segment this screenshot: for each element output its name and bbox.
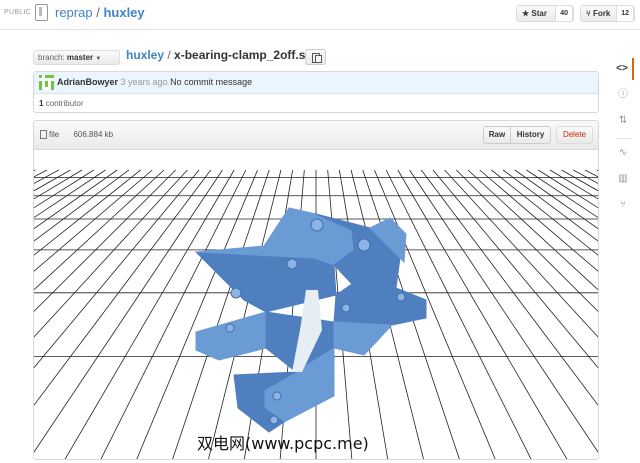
- repo-header: PUBLIC reprap / huxley ★ Star 40 ⑂ Fork …: [0, 0, 640, 30]
- branch-value: master: [66, 53, 94, 62]
- grid-line: [100, 169, 247, 459]
- grid-line: [502, 169, 598, 242]
- stl-viewer[interactable]: [34, 150, 598, 460]
- grid-line: [34, 169, 130, 242]
- commit-text: AdrianBowyer 3 years ago No commit messa…: [57, 77, 252, 87]
- model-hole: [269, 415, 279, 425]
- grid-line: [34, 169, 36, 172]
- latest-commit: AdrianBowyer 3 years ago No commit messa…: [34, 72, 598, 94]
- model-hole: [357, 238, 371, 252]
- commit-time: 3 years ago: [120, 77, 168, 87]
- commit-summary: AdrianBowyer 3 years ago No commit messa…: [33, 71, 599, 113]
- star-button[interactable]: ★ Star 40: [516, 5, 574, 22]
- contributors-count: 1: [39, 99, 44, 108]
- branch-icon[interactable]: ⑂: [612, 194, 634, 216]
- pull-request-icon[interactable]: ⇅: [612, 110, 634, 132]
- visibility-label: PUBLIC: [4, 9, 32, 16]
- file-icon: [40, 130, 47, 139]
- repo-icon: [35, 4, 48, 21]
- stl-model[interactable]: [194, 207, 427, 433]
- file-actions: Raw History: [483, 126, 551, 144]
- grid-line: [444, 169, 598, 338]
- model-face: [195, 311, 267, 361]
- grid-line: [34, 169, 106, 219]
- raw-button[interactable]: Raw: [484, 127, 511, 143]
- grid-line: [64, 169, 235, 459]
- grid-line: [34, 169, 223, 453]
- pulse-icon[interactable]: ∿: [612, 142, 634, 164]
- contributors-label: contributor: [45, 99, 84, 108]
- breadcrumb: huxley / x-bearing-clamp_2off.stl: [126, 48, 313, 62]
- breadcrumb-separator: /: [167, 48, 171, 62]
- grid-line: [34, 169, 141, 256]
- commit-message[interactable]: No commit message: [170, 77, 252, 87]
- commit-author[interactable]: AdrianBowyer: [57, 77, 118, 87]
- grid-line: [34, 169, 95, 209]
- grid-line: [136, 169, 258, 459]
- grid-line: [596, 169, 598, 172]
- model-face: [333, 321, 394, 356]
- avatar[interactable]: [39, 75, 54, 90]
- grid-line: [34, 169, 188, 338]
- model-hole: [396, 292, 406, 302]
- file-size: 606.884 kb: [73, 130, 114, 139]
- grid-line: [514, 169, 598, 230]
- fork-count[interactable]: 12: [616, 5, 634, 22]
- fork-label: ⑂ Fork: [586, 9, 611, 18]
- model-hole: [272, 391, 282, 401]
- stl-viewer-canvas[interactable]: [34, 150, 598, 460]
- model-hole: [230, 287, 242, 299]
- repo-title: reprap / huxley: [55, 5, 145, 20]
- grid-line: [526, 169, 598, 219]
- repo-link[interactable]: huxley: [103, 5, 144, 20]
- chevron-down-icon: ▼: [95, 56, 102, 62]
- star-count[interactable]: 40: [555, 5, 573, 22]
- issues-icon[interactable]: ⓘ: [612, 84, 634, 106]
- graphs-icon[interactable]: ▥: [612, 168, 634, 190]
- model-hole: [310, 218, 324, 232]
- grid-line: [34, 169, 153, 272]
- owner-link[interactable]: reprap: [55, 5, 93, 20]
- contributors[interactable]: 1 contributor: [39, 99, 83, 108]
- breadcrumb-file-name: x-bearing-clamp_2off.stl: [174, 48, 313, 62]
- grid-line: [537, 169, 598, 209]
- file-header: file 606.884 kb Raw History Delete: [34, 121, 598, 150]
- side-nav-divider: [616, 138, 632, 139]
- path-separator: /: [96, 5, 100, 20]
- star-label: ★ Star: [522, 9, 547, 18]
- model-hole: [225, 323, 235, 333]
- code-icon[interactable]: <>: [612, 58, 634, 80]
- branch-label: branch:: [38, 53, 65, 62]
- copy-path-button[interactable]: [305, 49, 326, 65]
- model-hole: [341, 303, 351, 313]
- history-button[interactable]: History: [511, 127, 550, 143]
- grid-line: [34, 169, 118, 230]
- watermark: 双电网(www.pcpc.me): [197, 434, 369, 453]
- delete-button[interactable]: Delete: [556, 126, 593, 144]
- grid-line: [479, 169, 598, 272]
- model-hole: [286, 258, 298, 270]
- file-kind: file: [49, 130, 60, 139]
- grid-line: [409, 169, 598, 453]
- grid-line: [467, 169, 598, 291]
- grid-line: [491, 169, 598, 256]
- file-box: file 606.884 kb Raw History Delete: [33, 120, 599, 460]
- fork-button[interactable]: ⑂ Fork 12: [580, 5, 635, 22]
- branch-select[interactable]: branch: master ▼: [33, 50, 120, 65]
- file-info: file 606.884 kb: [49, 130, 113, 139]
- grid-line: [34, 169, 165, 291]
- breadcrumb-repo-link[interactable]: huxley: [126, 48, 164, 62]
